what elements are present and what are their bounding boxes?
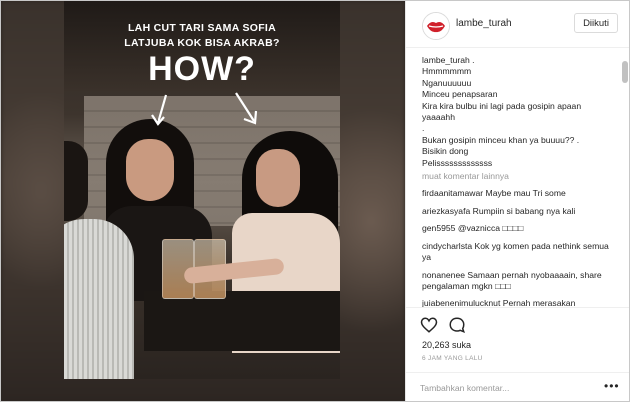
comment: ariezkasyafa Rumpiin si babang nya kali: [422, 206, 614, 217]
man-shirt: [64, 219, 134, 379]
man-head: [64, 141, 88, 221]
photo-caption-big: HOW?: [148, 50, 256, 88]
comment-username[interactable]: juiabenenimulucknut: [422, 298, 500, 307]
comments-scrollbar[interactable]: [622, 61, 628, 305]
instagram-post-window: LAH CUT TARI SAMA SOFIA LATJUBA KOK BISA…: [0, 0, 630, 402]
following-button[interactable]: Diikuti: [574, 13, 618, 33]
add-comment-bar: •••: [406, 372, 629, 401]
comment: gen5955 @vaznicca □□□□: [422, 223, 614, 234]
post-header: lambe_turah Diikuti: [406, 1, 629, 48]
arrow-right-icon: [235, 92, 258, 125]
load-more-comments-link[interactable]: muat komentar lainnya: [422, 171, 614, 182]
comment-text: Pernah merasakan: [502, 298, 576, 307]
post-side-panel: lambe_turah Diikuti lambe_turah . Hmmmmm…: [405, 1, 629, 401]
photo-caption-text: LAH CUT TARI SAMA SOFIA LATJUBA KOK BISA…: [64, 21, 340, 51]
comment-username[interactable]: ariezkasyafa: [422, 206, 470, 216]
caption-line: Bukan gosipin minceu khan ya buuuu?? .: [422, 134, 580, 145]
comment-bubble-icon[interactable]: [448, 316, 466, 334]
post-photo[interactable]: LAH CUT TARI SAMA SOFIA LATJUBA KOK BISA…: [64, 1, 340, 379]
caption-line: Minceu penapsaran: [422, 89, 498, 100]
comment-username[interactable]: firdaanitamawar: [422, 188, 483, 198]
caption-line: .: [422, 123, 425, 134]
more-options-icon[interactable]: •••: [604, 379, 620, 393]
header-username[interactable]: lambe_turah: [456, 18, 512, 29]
caption-line: Nganuuuuuu: [422, 77, 472, 88]
table: [144, 291, 340, 351]
caption-line: Pelisssssssssssss: [422, 157, 493, 168]
caption-line: Hmmmmmm: [422, 66, 472, 77]
avatar[interactable]: [422, 12, 450, 40]
photo-caption-line1: LAH CUT TARI SAMA SOFIA: [127, 22, 277, 34]
comment-username[interactable]: nonanenee: [422, 270, 465, 280]
lips-logo-icon: [423, 13, 449, 39]
caption-line: Bisikin dong: [422, 146, 469, 157]
post-actions: 20,263 suka 6 JAM YANG LALU •••: [406, 307, 629, 401]
comments-list: lambe_turah . Hmmmmmm Nganuuuuuu Minceu …: [422, 55, 614, 307]
caption-line: yaaaahh: [422, 112, 455, 123]
comment-username[interactable]: cindycharlsta: [422, 241, 472, 251]
add-comment-input[interactable]: [420, 381, 580, 395]
comment-text: Maybe mau Tri some: [485, 188, 566, 199]
comment: cindycharlsta Kok yg komen pada nethink …: [422, 241, 614, 264]
comment: firdaanitamawar Maybe mau Tri some: [422, 188, 614, 199]
caption-line: lambe_turah .: [422, 55, 475, 65]
woman-right-face: [256, 149, 300, 207]
heart-icon[interactable]: [420, 316, 438, 334]
comment: nonanenee Samaan pernah nyobaaaain, shar…: [422, 270, 614, 293]
post-timestamp: 6 JAM YANG LALU: [422, 355, 483, 362]
comment-text: Rumpiin si babang nya kali: [472, 205, 576, 216]
comment: juiabenenimulucknut Pernah merasakan: [422, 298, 614, 307]
comment-text: @vaznicca □□□□: [457, 223, 524, 234]
woman-left-face: [126, 139, 174, 201]
comment-username[interactable]: gen5955: [422, 223, 455, 233]
likes-count[interactable]: 20,263 suka: [422, 340, 471, 350]
post-media: LAH CUT TARI SAMA SOFIA LATJUBA KOK BISA…: [1, 1, 405, 401]
scrollbar-thumb[interactable]: [622, 61, 628, 83]
caption-line: Kira kira bulbu ini lagi pada gosipin ap…: [422, 100, 582, 111]
arrow-left-icon: [151, 94, 168, 126]
